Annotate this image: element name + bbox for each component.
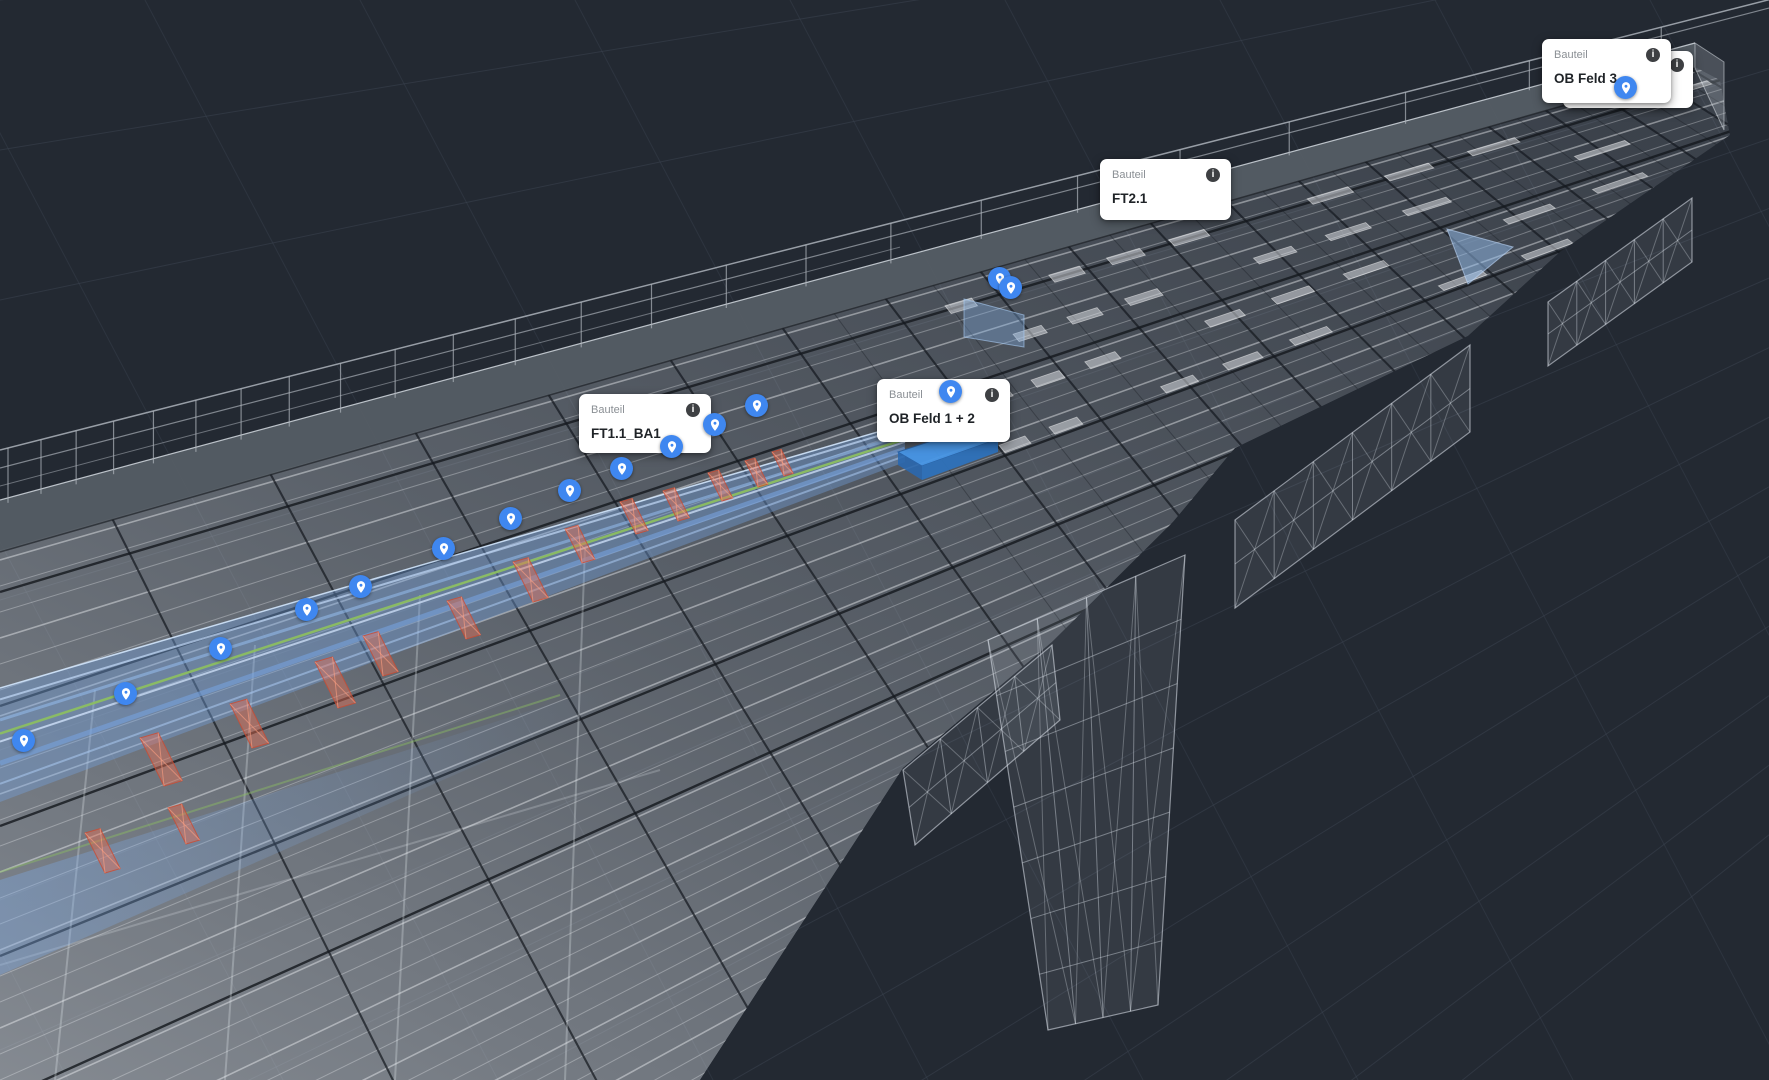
info-icon[interactable]: i: [985, 388, 999, 402]
map-pin-icon: [354, 580, 368, 594]
map-pin-marker[interactable]: [558, 479, 581, 502]
card-label: Bauteil: [1112, 169, 1146, 182]
card-value: OB Feld 1 + 2: [889, 411, 999, 426]
map-pin-icon: [17, 734, 31, 748]
map-pin-icon: [504, 512, 518, 526]
map-pin-marker[interactable]: [349, 575, 372, 598]
card-value: OB Feld 3: [1554, 71, 1660, 86]
map-pin-marker[interactable]: [209, 637, 232, 660]
map-pin-icon: [615, 462, 629, 476]
card-value: FT2.1: [1112, 191, 1220, 206]
map-pin-marker[interactable]: [114, 682, 137, 705]
card-label: Bauteil: [591, 404, 625, 417]
map-pin-marker[interactable]: [703, 413, 726, 436]
card-label: Bauteil: [1554, 49, 1588, 62]
map-pin-icon: [1004, 281, 1018, 295]
map-pin-marker[interactable]: [499, 507, 522, 530]
map-pin-icon: [563, 484, 577, 498]
card-label: Bauteil: [889, 389, 923, 402]
map-pin-icon: [1619, 81, 1633, 95]
bauteil-card-ft1-1-ba1: Bauteil i FT1.1_BA1: [579, 394, 711, 453]
map-pin-marker[interactable]: [610, 457, 633, 480]
map-pin-marker[interactable]: [745, 394, 768, 417]
scene-3d[interactable]: [0, 0, 1769, 1080]
map-pin-icon: [300, 603, 314, 617]
map-pin-icon: [665, 440, 679, 454]
info-icon[interactable]: i: [1206, 168, 1220, 182]
map-pin-icon: [437, 542, 451, 556]
bauteil-card-ft2-1: Bauteil i FT2.1: [1100, 159, 1231, 220]
map-pin-icon: [708, 418, 722, 432]
map-pin-marker[interactable]: [1614, 76, 1637, 99]
map-pin-marker[interactable]: [432, 537, 455, 560]
bauteil-card-ob-feld-3: Bauteil i OB Feld 3: [1542, 39, 1671, 103]
map-pin-icon: [750, 399, 764, 413]
info-icon[interactable]: i: [1646, 48, 1660, 62]
map-pin-icon: [944, 385, 958, 399]
viewer-canvas[interactable]: i Bauteil i FT1.1_BA1 Bauteil i OB Feld …: [0, 0, 1769, 1080]
card-value: FT1.1_BA1: [591, 426, 700, 441]
map-pin-icon: [214, 642, 228, 656]
map-pin-marker[interactable]: [295, 598, 318, 621]
map-pin-marker[interactable]: [999, 276, 1022, 299]
map-pin-marker[interactable]: [12, 729, 35, 752]
map-pin-marker[interactable]: [660, 435, 683, 458]
info-icon[interactable]: i: [686, 403, 700, 417]
info-icon[interactable]: i: [1670, 58, 1684, 72]
map-pin-marker[interactable]: [939, 380, 962, 403]
map-pin-icon: [119, 687, 133, 701]
